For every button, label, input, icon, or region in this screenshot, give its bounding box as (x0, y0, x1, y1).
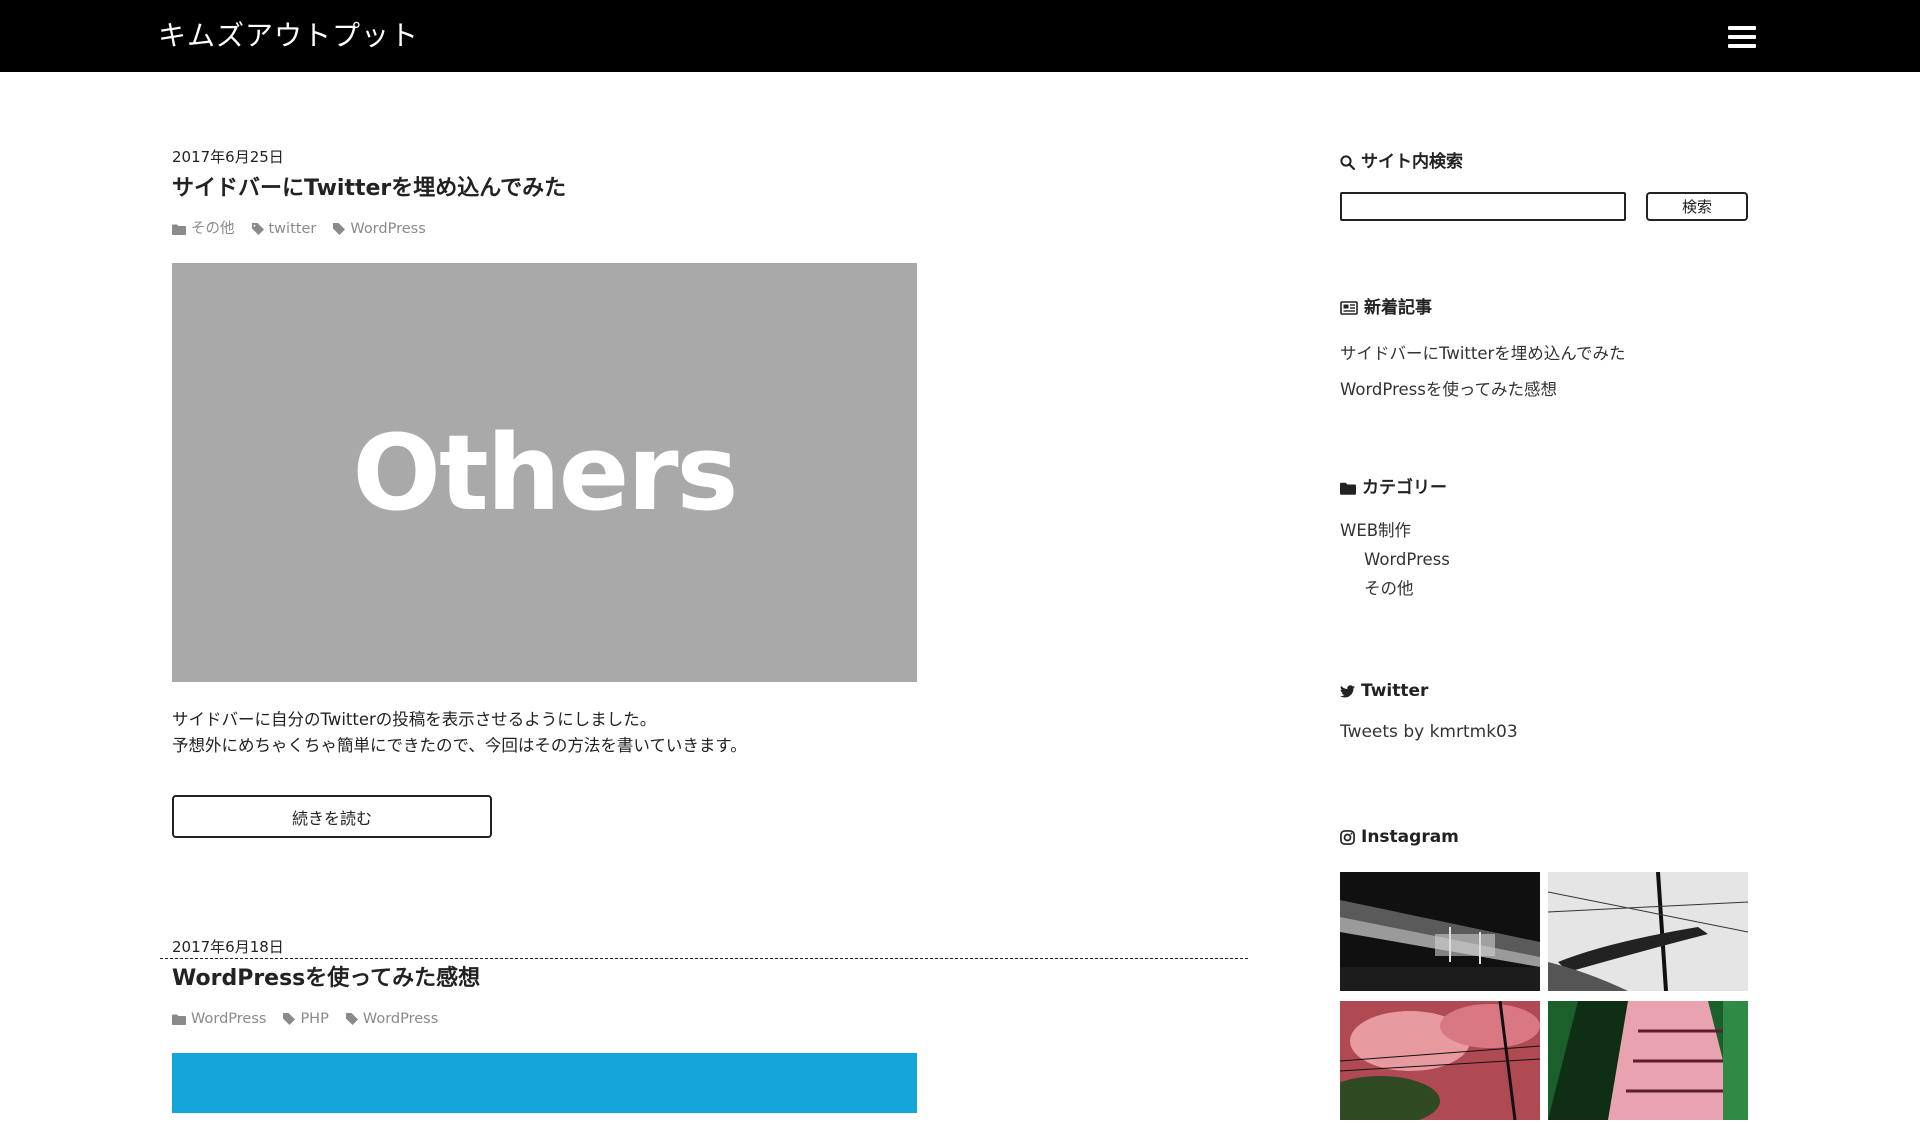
excerpt-line: 予想外にめちゃくちゃ簡単にできたので、今回はその方法を書いていきます。 (172, 736, 747, 755)
instagram-photo[interactable] (1340, 872, 1540, 995)
post-meta: その他 twitter WordPress (172, 220, 1248, 238)
thumbnail-text: Others (352, 411, 739, 534)
tag-label: PHP (300, 1011, 329, 1027)
search-icon (1340, 154, 1355, 170)
tag-icon (283, 1013, 296, 1025)
post-article: 2017年6月18日 WordPressを使ってみた感想 WordPress P… (172, 937, 1248, 1113)
search-widget-title: サイト内検索 (1361, 152, 1463, 172)
post-date: 2017年6月25日 (172, 148, 284, 166)
category-label: その他 (191, 221, 235, 237)
search-widget: サイト内検索 検索 (1340, 150, 1750, 221)
twitter-title: Twitter (1361, 681, 1429, 701)
tag-label: twitter (268, 221, 317, 237)
post-tag-link[interactable]: twitter (251, 220, 317, 238)
twitter-timeline-link[interactable]: Tweets by kmrtmk03 (1340, 722, 1518, 742)
recent-post-link[interactable]: WordPressを使ってみた感想 (1340, 380, 1557, 399)
post-tag-link[interactable]: WordPress (345, 1010, 439, 1028)
tag-label: WordPress (362, 1011, 439, 1027)
search-input[interactable] (1340, 192, 1626, 221)
category-link[interactable]: その他 (1364, 579, 1414, 598)
instagram-photo[interactable] (1320, 1000, 1541, 1124)
recent-posts-widget: 新着記事 サイドバーにTwitterを埋め込んでみた WordPressを使って… (1340, 296, 1750, 408)
post-excerpt: サイドバーに自分のTwitterの投稿を表示させるようにしました。 予想外にめち… (172, 707, 1248, 759)
instagram-icon (1340, 829, 1355, 845)
folder-icon (172, 224, 186, 235)
tag-label: WordPress (350, 221, 426, 237)
post-title-link[interactable]: サイドバーにTwitterを埋め込んでみた (172, 176, 566, 201)
post-article: 2017年6月25日 サイドバーにTwitterを埋め込んでみた その他 twi… (172, 147, 1248, 838)
search-button[interactable]: 検索 (1646, 192, 1748, 221)
post-category-link[interactable]: WordPress (172, 1010, 266, 1028)
excerpt-line: サイドバーに自分のTwitterの投稿を表示させるようにしました。 (172, 710, 657, 729)
site-header: キムズアウトプット (0, 0, 1920, 72)
post-title-link[interactable]: WordPressを使ってみた感想 (172, 966, 480, 991)
recent-posts-title: 新着記事 (1364, 298, 1432, 318)
post-tag-link[interactable]: WordPress (333, 220, 426, 238)
folder-icon (1340, 482, 1356, 495)
instagram-widget: Instagram (1320, 825, 1750, 1124)
read-more-button[interactable]: 続きを読む (172, 795, 492, 838)
instagram-title: Instagram (1361, 827, 1459, 847)
twitter-icon (1340, 684, 1355, 697)
tag-icon (345, 1013, 358, 1025)
instagram-photo[interactable] (1547, 871, 1749, 995)
site-title[interactable]: キムズアウトプット (158, 18, 419, 54)
tag-icon (333, 223, 346, 235)
post-meta: WordPress PHP WordPress (172, 1010, 1248, 1028)
category-label: WordPress (191, 1011, 267, 1027)
twitter-widget: Twitter Tweets by kmrtmk03 (1340, 679, 1750, 744)
category-link[interactable]: WEB制作 (1340, 521, 1411, 540)
recent-post-link[interactable]: サイドバーにTwitterを埋め込んでみた (1340, 344, 1625, 363)
instagram-photo[interactable] (1548, 1001, 1748, 1124)
instagram-grid (1320, 871, 1750, 1124)
categories-widget: カテゴリー WEB制作 WordPress その他 (1340, 476, 1750, 603)
post-thumbnail[interactable]: Others (172, 263, 917, 682)
hamburger-menu-icon[interactable] (1728, 26, 1756, 48)
folder-icon (172, 1014, 186, 1025)
tag-icon (251, 223, 264, 235)
categories-title: カテゴリー (1362, 478, 1447, 498)
newspaper-icon (1340, 301, 1358, 315)
post-category-link[interactable]: その他 (172, 220, 235, 238)
post-thumbnail[interactable] (172, 1053, 917, 1113)
post-tag-link[interactable]: PHP (283, 1010, 329, 1028)
category-link[interactable]: WordPress (1364, 550, 1450, 569)
post-date: 2017年6月18日 (172, 938, 284, 956)
